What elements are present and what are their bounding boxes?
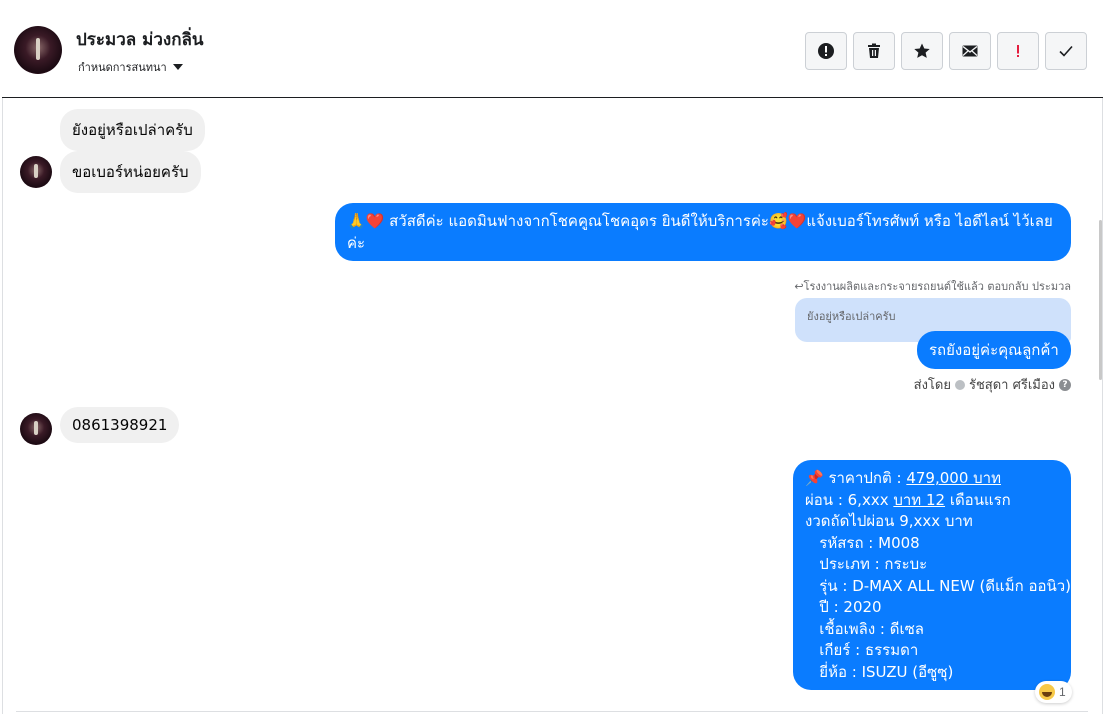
sender-avatar[interactable] bbox=[20, 156, 52, 188]
contact-name[interactable]: ประมวล ม่วงกลิ่น bbox=[76, 26, 204, 53]
reaction-badge[interactable]: 1 bbox=[1035, 681, 1072, 703]
conversation-toolbar bbox=[805, 32, 1087, 70]
mark-unread-button[interactable] bbox=[949, 32, 991, 70]
price-link[interactable]: 479,000 บาท bbox=[906, 469, 1001, 487]
offer-line: เชื้อเพลิง : ดีเซล bbox=[805, 619, 924, 638]
offer-line: ปี : 2020 bbox=[805, 598, 882, 616]
offer-line: เกียร์ : ธรรมดา bbox=[805, 641, 919, 659]
star-button[interactable] bbox=[901, 32, 943, 70]
reply-meta: ↩โรงงานผลิตและกระจายรถยนต์ใช้แล้ว ตอบกลั… bbox=[794, 280, 1071, 293]
outgoing-message[interactable]: รถยังอยู่ค่ะคุณลูกค้า bbox=[917, 331, 1071, 369]
sent-by-name[interactable]: รัชสุดา ศรีเมือง bbox=[969, 374, 1055, 395]
report-spam-button[interactable] bbox=[805, 32, 847, 70]
outgoing-message[interactable]: 🙏❤️ สวัสดีค่ะ แอดมินฟางจากโชคคูณโชคอุดร … bbox=[335, 203, 1071, 261]
mark-done-button[interactable] bbox=[1045, 32, 1087, 70]
agent-status-icon bbox=[954, 379, 965, 390]
contact-avatar[interactable] bbox=[14, 26, 62, 74]
offer-line: ผ่อน : 6,xxx บาท 12 เดือนแรก bbox=[805, 490, 1011, 509]
offer-line: ประเภท : กระบะ bbox=[805, 555, 928, 573]
checkmark-icon bbox=[1059, 45, 1073, 57]
scrollbar-thumb[interactable] bbox=[1099, 220, 1102, 380]
offer-line: 📌 ราคาปกติ : 479,000 บาท bbox=[805, 469, 1001, 487]
offer-line: งวดถัดไปผ่อน 9,xxx บาท bbox=[805, 512, 973, 530]
delete-button[interactable] bbox=[853, 32, 895, 70]
star-icon bbox=[914, 43, 930, 58]
sent-by-info: ส่งโดย รัชสุดา ศรีเมือง ? bbox=[914, 374, 1071, 395]
trash-icon bbox=[868, 43, 880, 58]
offer-line: รหัสรถ : M008 bbox=[805, 533, 920, 552]
incoming-message[interactable]: 0861398921 bbox=[60, 407, 180, 443]
conversation-settings-label: กำหนดการสนทนา bbox=[78, 61, 167, 74]
installment-link[interactable]: บาท 12 bbox=[893, 491, 945, 509]
composer-divider bbox=[16, 711, 1088, 712]
sender-avatar[interactable] bbox=[20, 413, 52, 445]
alert-circle-icon bbox=[818, 43, 834, 59]
outgoing-offer-message[interactable]: 📌 ราคาปกติ : 479,000 บาท ผ่อน : 6,xxx บา… bbox=[793, 460, 1071, 690]
mark-important-button[interactable] bbox=[997, 32, 1039, 70]
sent-by-prefix: ส่งโดย bbox=[913, 378, 951, 393]
incoming-message[interactable]: ยังอยู่หรือเปล่าครับ bbox=[60, 109, 205, 151]
conversation-header: ประมวล ม่วงกลิ่น กำหนดการสนทนา bbox=[2, 2, 1103, 98]
reaction-count: 1 bbox=[1059, 685, 1066, 699]
conversation-settings-dropdown[interactable]: กำหนดการสนทนา bbox=[78, 58, 183, 76]
help-icon[interactable]: ? bbox=[1059, 378, 1071, 391]
offer-line: ยี่ห้อ : ISUZU (อีซูซุ) bbox=[805, 662, 954, 681]
exclamation-icon bbox=[1017, 45, 1019, 57]
caret-down-icon bbox=[172, 64, 183, 70]
offer-line: รุ่น : D-MAX ALL NEW (ดีแม็ก ออนิว) bbox=[805, 576, 1072, 595]
incoming-message[interactable]: ขอเบอร์หน่อยครับ bbox=[60, 151, 201, 193]
envelope-icon bbox=[962, 45, 978, 57]
laughing-emoji-icon bbox=[1039, 684, 1055, 700]
